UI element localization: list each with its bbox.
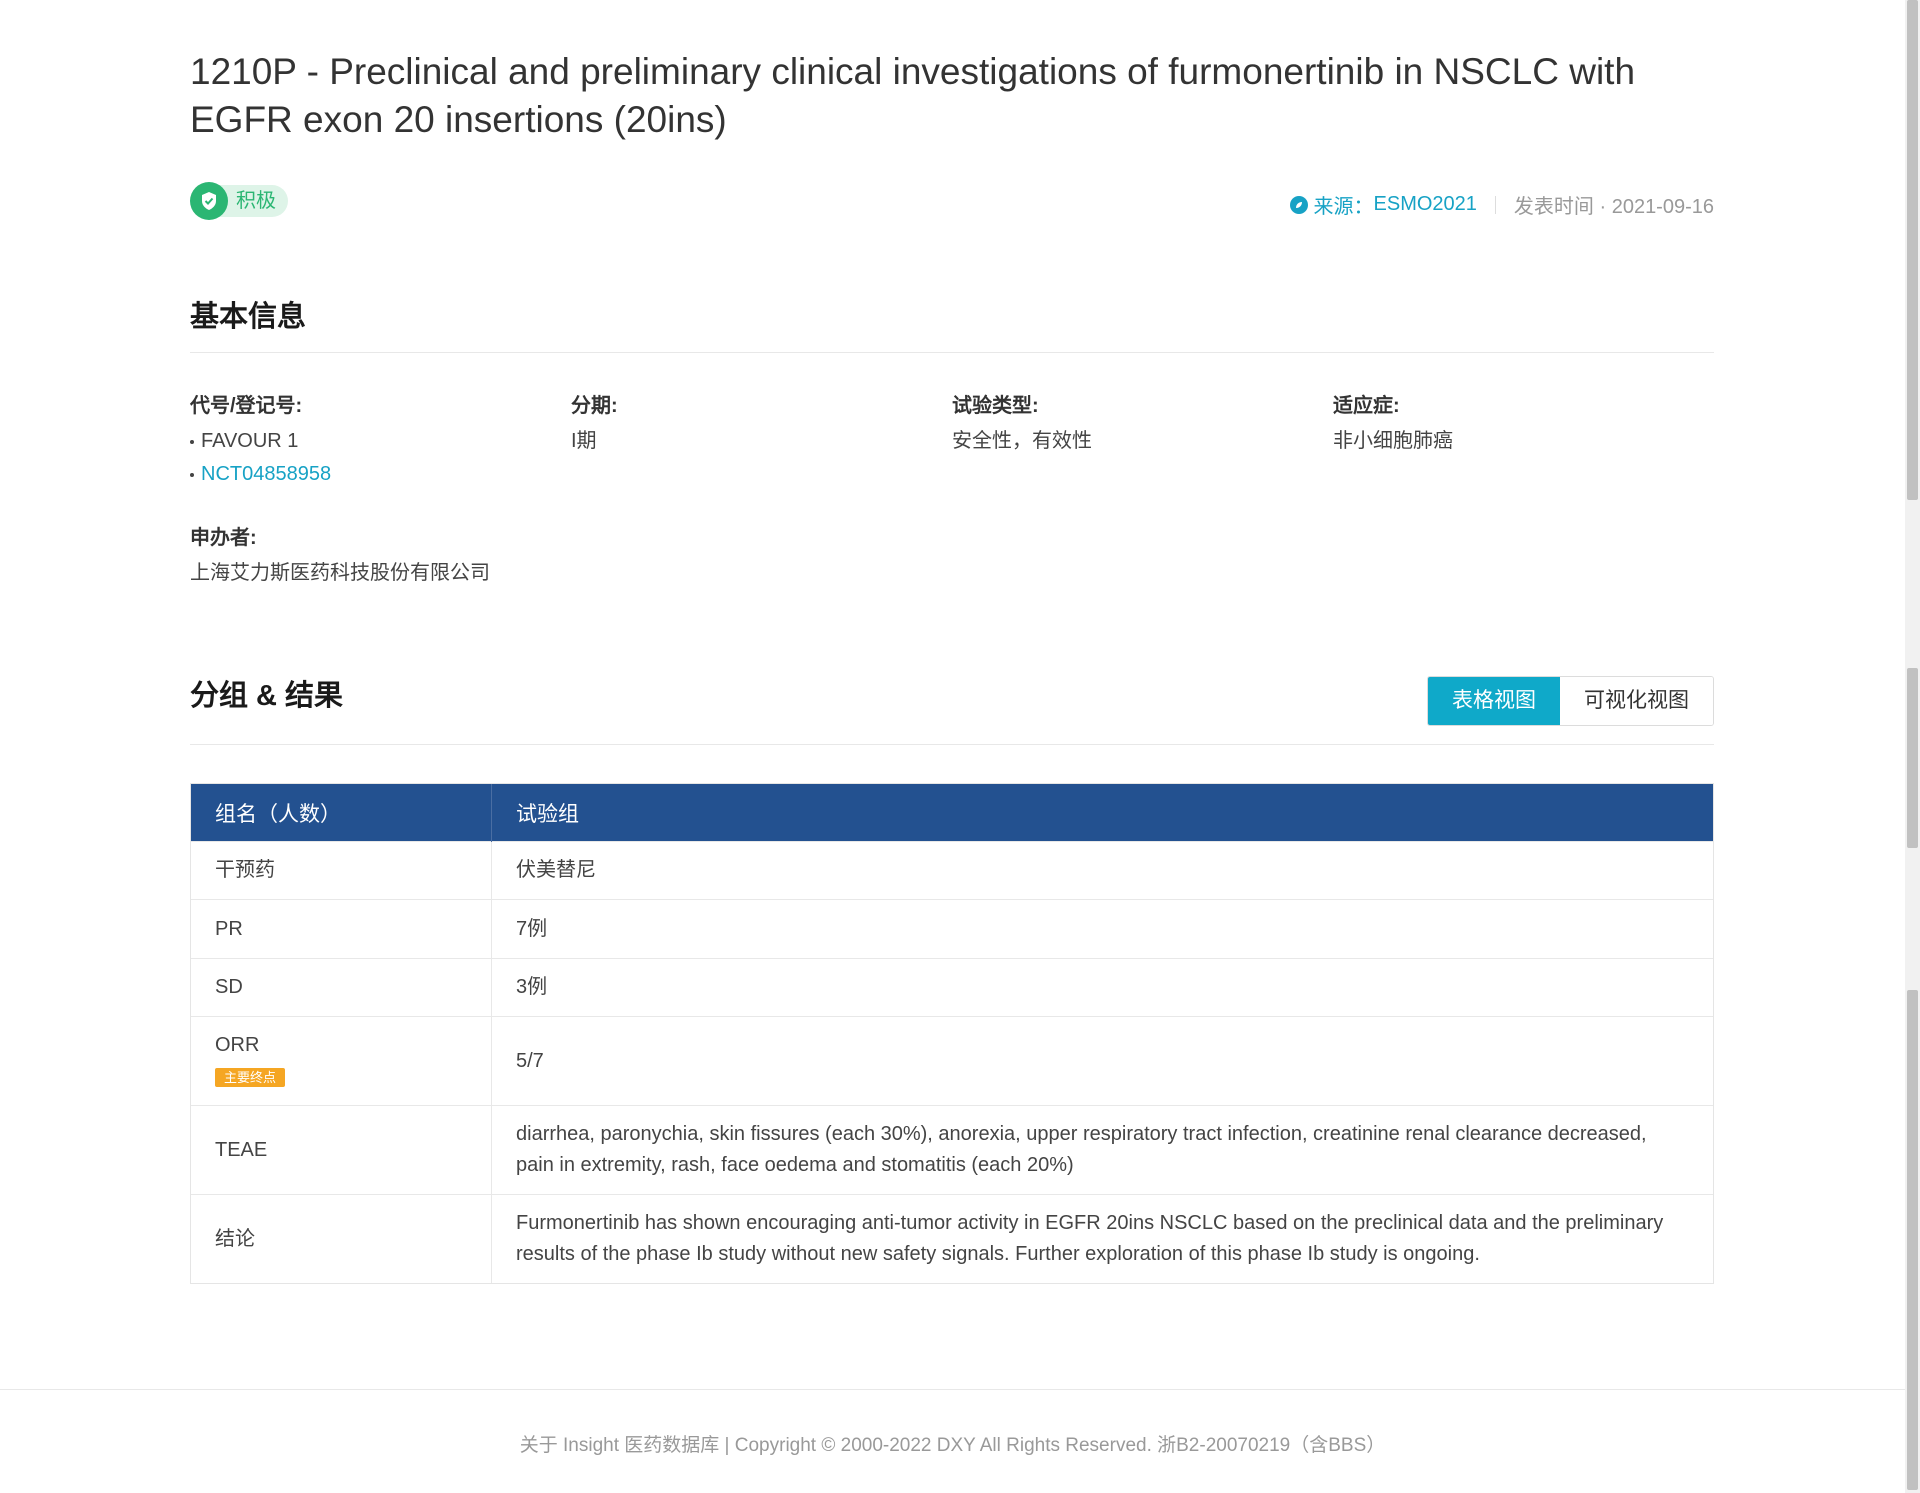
results-table: 组名（人数） 试验组 干预药 伏美替尼 PR 7例 SD 3例 ORR 主要终点… bbox=[190, 783, 1714, 1284]
primary-endpoint-tag: 主要终点 bbox=[215, 1068, 286, 1087]
footer: 关于 Insight 医药数据库 | Copyright © 2000-2022… bbox=[0, 1389, 1905, 1493]
code-list: FAVOUR 1 NCT04858958 bbox=[190, 425, 571, 491]
trial-type-value: 安全性，有效性 bbox=[952, 430, 1092, 452]
info-indication: 适应症: 非小细胞肺癌 bbox=[1333, 393, 1714, 491]
main-content: 1210P - Preclinical and preliminary clin… bbox=[190, 0, 1714, 1284]
code-item: FAVOUR 1 bbox=[190, 425, 571, 458]
row-value: 7例 bbox=[491, 899, 1713, 959]
view-toggle: 表格视图 可视化视图 bbox=[1427, 676, 1714, 726]
sponsor-value: 上海艾力斯医药科技股份有限公司 bbox=[190, 562, 490, 584]
scrollbar[interactable] bbox=[1905, 0, 1920, 1493]
table-row: 结论 Furmonertinib has shown encouraging a… bbox=[191, 1194, 1713, 1283]
row-value: diarrhea, paronychia, skin fissures (eac… bbox=[491, 1105, 1713, 1195]
row-label: 干预药 bbox=[191, 841, 492, 900]
scrollbar-thumb[interactable] bbox=[1907, 0, 1918, 500]
source[interactable]: 来源： ESMO2021 bbox=[1289, 190, 1477, 219]
row-value: 3例 bbox=[491, 958, 1713, 1017]
table-row: ORR 主要终点 5/7 bbox=[191, 1016, 1713, 1106]
column-header-group: 组名（人数） bbox=[191, 784, 492, 842]
row-label: 结论 bbox=[191, 1194, 492, 1283]
publish-date: 发表时间 · 2021-09-16 bbox=[1513, 196, 1714, 218]
row-label: SD bbox=[191, 958, 492, 1017]
info-sponsor: 申办者: 上海艾力斯医药科技股份有限公司 bbox=[190, 525, 1714, 590]
indication-label: 适应症: bbox=[1333, 395, 1400, 417]
info-code: 代号/登记号: FAVOUR 1 NCT04858958 bbox=[190, 393, 571, 491]
row-value: 伏美替尼 bbox=[491, 841, 1713, 900]
trial-type-label: 试验类型: bbox=[952, 395, 1039, 417]
phase-value: I期 bbox=[571, 430, 597, 452]
row-label: TEAE bbox=[191, 1105, 492, 1195]
column-header-arm: 试验组 bbox=[491, 784, 1713, 842]
basic-info-header: 基本信息 bbox=[190, 300, 1714, 353]
meta-info: 来源： ESMO2021 发表时间 · 2021-09-16 bbox=[1289, 190, 1714, 219]
sentiment-badge: 积极 bbox=[190, 182, 290, 220]
divider bbox=[1494, 195, 1496, 214]
row-label: PR bbox=[191, 899, 492, 959]
info-phase: 分期: I期 bbox=[571, 393, 952, 491]
scrollbar-thumb[interactable] bbox=[1907, 990, 1918, 1490]
table-row: SD 3例 bbox=[191, 958, 1713, 1017]
basic-info-grid: 代号/登记号: FAVOUR 1 NCT04858958 分期: I期 试验类型… bbox=[190, 393, 1714, 491]
visual-view-button[interactable]: 可视化视图 bbox=[1560, 677, 1713, 725]
table-view-button[interactable]: 表格视图 bbox=[1428, 677, 1560, 725]
results-header: 分组 & 结果 表格视图 可视化视图 bbox=[190, 676, 1714, 745]
leaf-icon bbox=[1289, 195, 1308, 214]
shield-check-icon bbox=[190, 182, 228, 220]
scrollbar-thumb[interactable] bbox=[1907, 668, 1918, 848]
table-row: TEAE diarrhea, paronychia, skin fissures… bbox=[191, 1105, 1713, 1195]
footer-text: 关于 Insight 医药数据库 | Copyright © 2000-2022… bbox=[519, 1435, 1386, 1456]
source-value[interactable]: ESMO2021 bbox=[1374, 193, 1477, 216]
table-header-row: 组名（人数） 试验组 bbox=[191, 784, 1713, 842]
code-label: 代号/登记号: bbox=[190, 395, 303, 417]
indication-value: 非小细胞肺癌 bbox=[1333, 430, 1453, 452]
section-title-basic: 基本信息 bbox=[190, 301, 307, 333]
page-title: 1210P - Preclinical and preliminary clin… bbox=[190, 51, 1636, 140]
source-label: 来源： bbox=[1313, 196, 1374, 218]
nct-link[interactable]: NCT04858958 bbox=[190, 458, 571, 491]
info-trial-type: 试验类型: 安全性，有效性 bbox=[952, 393, 1333, 491]
table-row: PR 7例 bbox=[191, 899, 1713, 959]
sponsor-label: 申办者: bbox=[190, 527, 257, 549]
phase-label: 分期: bbox=[571, 395, 618, 417]
row-value: Furmonertinib has shown encouraging anti… bbox=[491, 1194, 1713, 1283]
table-row: 干预药 伏美替尼 bbox=[191, 841, 1713, 900]
meta-row: 积极 来源： ESMO2021 发表时间 · 2021-09-16 bbox=[190, 182, 1714, 222]
row-value: 5/7 bbox=[491, 1016, 1713, 1106]
row-label-cell: ORR 主要终点 bbox=[191, 1016, 492, 1106]
row-label: ORR bbox=[215, 1034, 260, 1056]
